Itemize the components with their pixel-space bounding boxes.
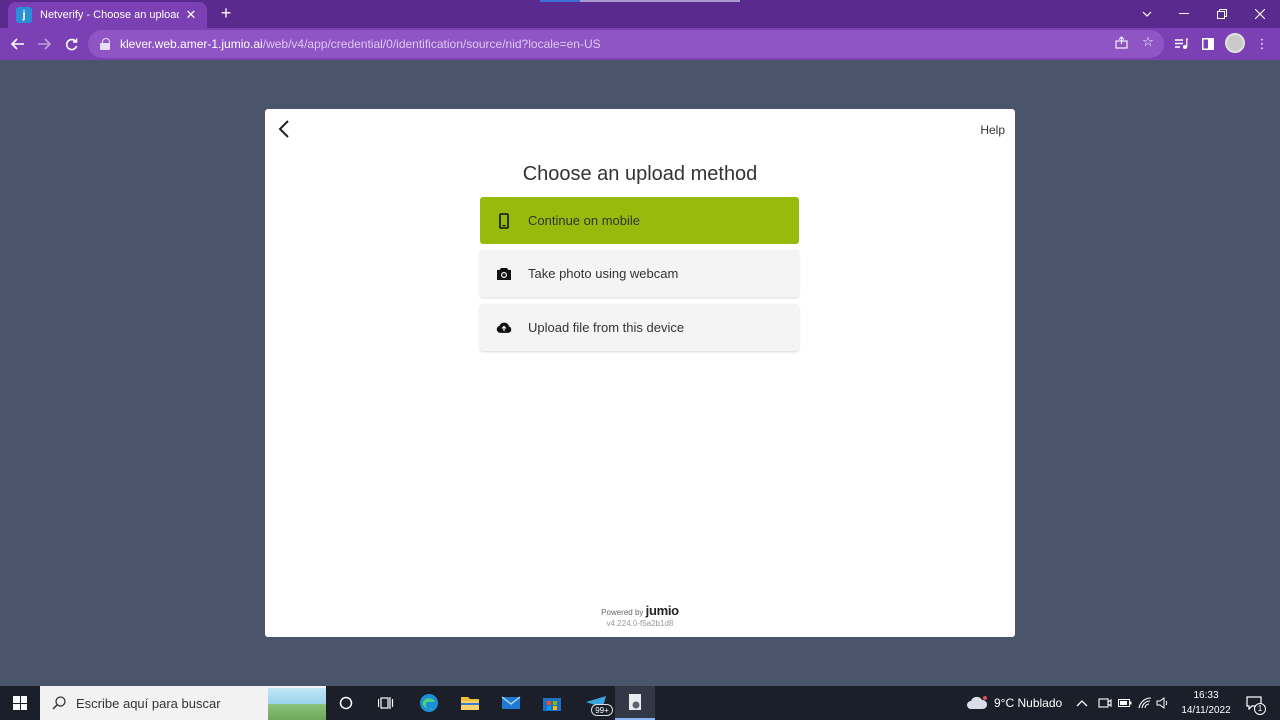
forward-nav-icon[interactable] — [32, 32, 56, 56]
restore-icon[interactable] — [1203, 0, 1241, 28]
jumio-favicon-icon: j — [16, 7, 32, 23]
close-window-icon[interactable] — [1241, 0, 1279, 28]
clock-date: 14/11/2022 — [1181, 705, 1231, 716]
weather-text: 9°C Nublado — [994, 696, 1063, 710]
camera-icon — [496, 266, 512, 282]
mail-icon[interactable] — [491, 686, 531, 720]
tab-title: Netverify - Choose an upload m — [40, 9, 179, 21]
smartphone-icon — [496, 212, 512, 229]
edge-icon[interactable] — [409, 686, 449, 720]
tab-search-icon[interactable] — [1128, 0, 1166, 28]
windows-logo-icon — [13, 696, 27, 710]
lock-icon — [100, 38, 110, 50]
show-hidden-icons-icon[interactable] — [1076, 686, 1088, 720]
upload-file-label: Upload file from this device — [528, 320, 685, 335]
reload-icon[interactable] — [59, 32, 83, 56]
search-icon — [52, 696, 66, 710]
browser-menu-icon[interactable]: ⋮ — [1250, 32, 1274, 56]
cortana-icon[interactable] — [326, 686, 366, 720]
powered-by-label: Powered by — [601, 608, 644, 617]
store-icon[interactable] — [532, 686, 572, 720]
continue-on-mobile-button[interactable]: Continue on mobile — [480, 197, 799, 244]
take-photo-webcam-label: Take photo using webcam — [528, 266, 679, 281]
profile-avatar[interactable] — [1225, 33, 1245, 53]
battery-icon[interactable] — [1118, 686, 1132, 720]
search-highlight-image — [268, 688, 326, 720]
jumio-logo: jumio — [645, 603, 679, 618]
page-title: Choose an upload method — [522, 163, 758, 185]
powered-by: Powered by jumio — [265, 603, 1015, 618]
unread-badge: 99+ — [591, 704, 613, 716]
close-tab-icon[interactable]: ✕ — [183, 7, 199, 23]
cloud-upload-icon — [496, 320, 512, 336]
back-nav-icon[interactable] — [6, 32, 30, 56]
media-control-icon[interactable] — [1169, 32, 1193, 56]
new-tab-icon[interactable]: + — [216, 3, 236, 23]
task-view-icon[interactable] — [366, 686, 406, 720]
taskbar-search-box[interactable]: Escribe aquí para buscar — [40, 686, 326, 720]
windows-taskbar: Escribe aquí para buscar 9°C Nublado 16:… — [0, 686, 1280, 720]
bookmark-star-icon[interactable]: ☆ — [1140, 34, 1156, 50]
file-explorer-icon[interactable] — [450, 686, 490, 720]
url-path: /web/v4/app/credential/0/identification/… — [262, 37, 601, 51]
help-link[interactable]: Help — [980, 123, 1005, 137]
system-clock[interactable]: 16:33 14/11/2022 — [1176, 688, 1236, 718]
volume-icon[interactable] — [1156, 686, 1170, 720]
browser-tab[interactable]: j Netverify - Choose an upload m ✕ — [8, 2, 207, 28]
wifi-icon[interactable] — [1138, 686, 1152, 720]
active-app-icon[interactable] — [615, 686, 655, 720]
upload-method-card: Help Choose an upload method Continue on… — [265, 109, 1015, 637]
side-panel-icon[interactable] — [1196, 32, 1220, 56]
version-text: v4.224.0-f5a2b1d8 — [606, 619, 674, 628]
clock-time: 16:33 — [1193, 690, 1219, 701]
browser-toolbar: klever.web.amer-1.jumio.ai/web/v4/app/cr… — [0, 28, 1280, 60]
start-button[interactable] — [0, 686, 40, 720]
loading-stripe-accent — [540, 0, 580, 2]
minimize-icon[interactable] — [1165, 0, 1203, 28]
notification-count-badge: 1 — [1254, 703, 1266, 715]
page-viewport: Help Choose an upload method Continue on… — [0, 60, 1280, 686]
url-host: klever.web.amer-1.jumio.ai — [120, 37, 263, 51]
browser-titlebar: j Netverify - Choose an upload m ✕ + — [0, 0, 1280, 28]
meet-icon[interactable] — [1098, 686, 1112, 720]
back-arrow-icon[interactable] — [275, 117, 295, 141]
cloudy-weather-icon — [967, 696, 988, 709]
share-icon[interactable] — [1113, 34, 1129, 50]
address-bar[interactable]: klever.web.amer-1.jumio.ai/web/v4/app/cr… — [88, 30, 1164, 58]
continue-on-mobile-label: Continue on mobile — [528, 213, 641, 228]
weather-widget[interactable]: 9°C Nublado — [966, 686, 1062, 720]
take-photo-webcam-button[interactable]: Take photo using webcam — [480, 250, 799, 297]
search-placeholder: Escribe aquí para buscar — [76, 695, 221, 711]
upload-file-button[interactable]: Upload file from this device — [480, 304, 799, 351]
